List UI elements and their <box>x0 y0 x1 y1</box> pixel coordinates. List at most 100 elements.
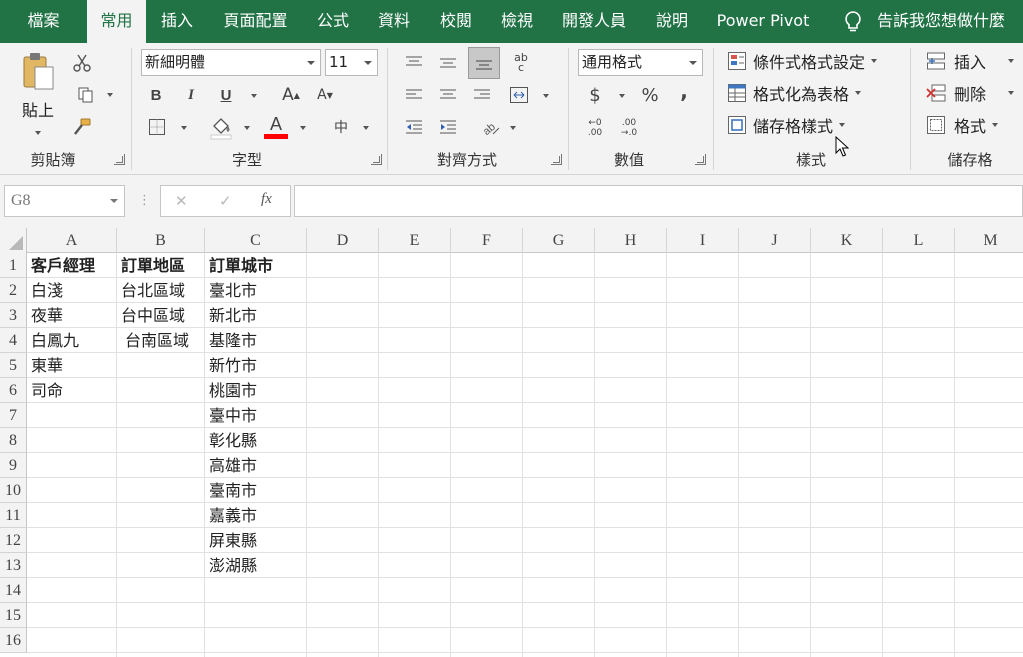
data-cell[interactable]: 新北市 <box>205 303 307 328</box>
decrease-decimal-button[interactable]: .00 →.0 <box>616 115 642 141</box>
orientation-dropdown-icon[interactable] <box>510 126 516 130</box>
delete-cells-button[interactable]: 刪除 <box>926 81 1015 105</box>
paste-button[interactable]: 貼上 <box>14 51 62 143</box>
currency-button[interactable]: $ <box>584 83 606 107</box>
column-header-i[interactable]: I <box>667 228 739 253</box>
row-header-15[interactable]: 15 <box>0 603 27 628</box>
data-cell[interactable]: 嘉義市 <box>205 503 307 528</box>
format-cells-button[interactable]: 格式 <box>926 113 999 137</box>
column-header-a[interactable]: A <box>27 228 117 253</box>
align-top-button[interactable] <box>402 49 426 77</box>
decrease-indent-button[interactable] <box>402 115 426 139</box>
data-cell[interactable]: 台北區域 <box>117 278 205 303</box>
data-cell[interactable]: 白鳳九 <box>27 328 117 353</box>
underline-button[interactable]: U <box>214 83 238 107</box>
header-cell[interactable]: 客戶經理 <box>27 253 117 278</box>
insert-cells-button[interactable]: 插入 <box>926 49 1015 73</box>
number-launcher-icon[interactable] <box>695 154 706 165</box>
name-box[interactable]: G8 <box>4 185 125 217</box>
formula-input[interactable] <box>294 185 1023 217</box>
number-format-combo[interactable]: 通用格式 <box>578 49 703 76</box>
align-left-button[interactable] <box>402 83 426 107</box>
insert-function-icon[interactable]: fx <box>261 191 272 208</box>
row-header-13[interactable]: 13 <box>0 553 27 578</box>
percent-button[interactable]: % <box>638 83 662 107</box>
clipboard-launcher-icon[interactable] <box>114 154 125 165</box>
font-launcher-icon[interactable] <box>371 154 382 165</box>
column-header-h[interactable]: H <box>595 228 667 253</box>
wrap-text-button[interactable]: ab c <box>508 47 534 79</box>
orientation-button[interactable]: ab <box>478 115 502 139</box>
worksheet-grid[interactable]: ABCDEFGHIJKLM 1 2 3 4 5 6 7 8 9 10 11 12 13 14 15 16 客戶… <box>0 228 1023 657</box>
currency-dropdown-icon[interactable] <box>619 94 625 98</box>
row-header-12[interactable]: 12 <box>0 528 27 553</box>
data-cell[interactable]: 桃園市 <box>205 378 307 403</box>
decrease-font-button[interactable]: A ▼ <box>314 83 336 107</box>
data-cell[interactable]: 東華 <box>27 353 117 378</box>
column-header-c[interactable]: C <box>205 228 307 253</box>
row-header-3[interactable]: 3 <box>0 303 27 328</box>
tab-view[interactable]: 檢視 <box>487 0 547 43</box>
increase-indent-button[interactable] <box>436 115 460 139</box>
format-painter-button[interactable] <box>70 115 94 139</box>
data-cell[interactable]: 澎湖縣 <box>205 553 307 578</box>
align-center-button[interactable] <box>436 83 460 107</box>
data-cell[interactable]: 基隆市 <box>205 328 307 353</box>
row-header-1[interactable]: 1 <box>0 253 27 278</box>
enter-entry-icon[interactable]: ✓ <box>219 192 232 210</box>
row-header-4[interactable]: 4 <box>0 328 27 353</box>
data-cell[interactable]: 臺北市 <box>205 278 307 303</box>
row-header-6[interactable]: 6 <box>0 378 27 403</box>
column-header-b[interactable]: B <box>117 228 205 253</box>
align-bottom-button[interactable] <box>468 47 500 79</box>
column-header-j[interactable]: J <box>739 228 811 253</box>
tab-review[interactable]: 校閱 <box>425 0 487 43</box>
tab-home[interactable]: 常用 <box>87 0 146 43</box>
tab-page-layout[interactable]: 頁面配置 <box>208 0 303 43</box>
row-header-14[interactable]: 14 <box>0 578 27 603</box>
column-header-f[interactable]: F <box>451 228 523 253</box>
fill-color-button[interactable] <box>206 113 236 141</box>
cut-button[interactable] <box>70 51 94 75</box>
tab-insert[interactable]: 插入 <box>146 0 208 43</box>
data-cell[interactable]: 臺中市 <box>205 403 307 428</box>
phonetic-dropdown-icon[interactable] <box>363 126 369 130</box>
italic-button[interactable]: I <box>180 83 202 107</box>
tab-file[interactable]: 檔案 <box>0 0 87 43</box>
increase-font-button[interactable]: A ▲ <box>280 83 302 107</box>
merge-center-button[interactable] <box>506 83 532 107</box>
data-cell[interactable]: 屏東縣 <box>205 528 307 553</box>
tab-developer[interactable]: 開發人員 <box>547 0 641 43</box>
conditional-formatting-button[interactable]: 條件式格式設定 <box>727 49 878 73</box>
phonetic-button[interactable]: 中 <box>326 113 356 141</box>
row-header-8[interactable]: 8 <box>0 428 27 453</box>
tab-data[interactable]: 資料 <box>363 0 425 43</box>
row-header-7[interactable]: 7 <box>0 403 27 428</box>
header-cell[interactable]: 訂單地區 <box>117 253 205 278</box>
tab-formulas[interactable]: 公式 <box>303 0 363 43</box>
column-header-e[interactable]: E <box>379 228 451 253</box>
header-cell[interactable]: 訂單城市 <box>205 253 307 278</box>
data-cell[interactable]: 彰化縣 <box>205 428 307 453</box>
copy-button[interactable] <box>70 83 120 107</box>
borders-button[interactable] <box>145 115 169 139</box>
row-header-5[interactable]: 5 <box>0 353 27 378</box>
tab-power-pivot[interactable]: Power Pivot <box>703 0 823 43</box>
bold-button[interactable]: B <box>145 83 167 107</box>
underline-dropdown-icon[interactable] <box>251 94 257 98</box>
column-header-d[interactable]: D <box>307 228 379 253</box>
increase-decimal-button[interactable]: ←0 .00 <box>582 115 608 141</box>
data-cell[interactable]: 夜華 <box>27 303 117 328</box>
row-header-11[interactable]: 11 <box>0 503 27 528</box>
row-header-10[interactable]: 10 <box>0 478 27 503</box>
row-header-16[interactable]: 16 <box>0 628 27 653</box>
column-header-m[interactable]: M <box>955 228 1023 253</box>
row-header-2[interactable]: 2 <box>0 278 27 303</box>
comma-style-button[interactable]: , <box>674 79 694 103</box>
data-cell[interactable]: 司命 <box>27 378 117 403</box>
tab-help[interactable]: 說明 <box>641 0 703 43</box>
select-all-button[interactable] <box>0 228 27 253</box>
fill-color-dropdown-icon[interactable] <box>244 126 250 130</box>
formula-bar-splitter-icon[interactable]: ⋮ <box>138 191 151 211</box>
tell-me-box[interactable]: 告訴我您想做什麼 <box>840 0 1023 43</box>
